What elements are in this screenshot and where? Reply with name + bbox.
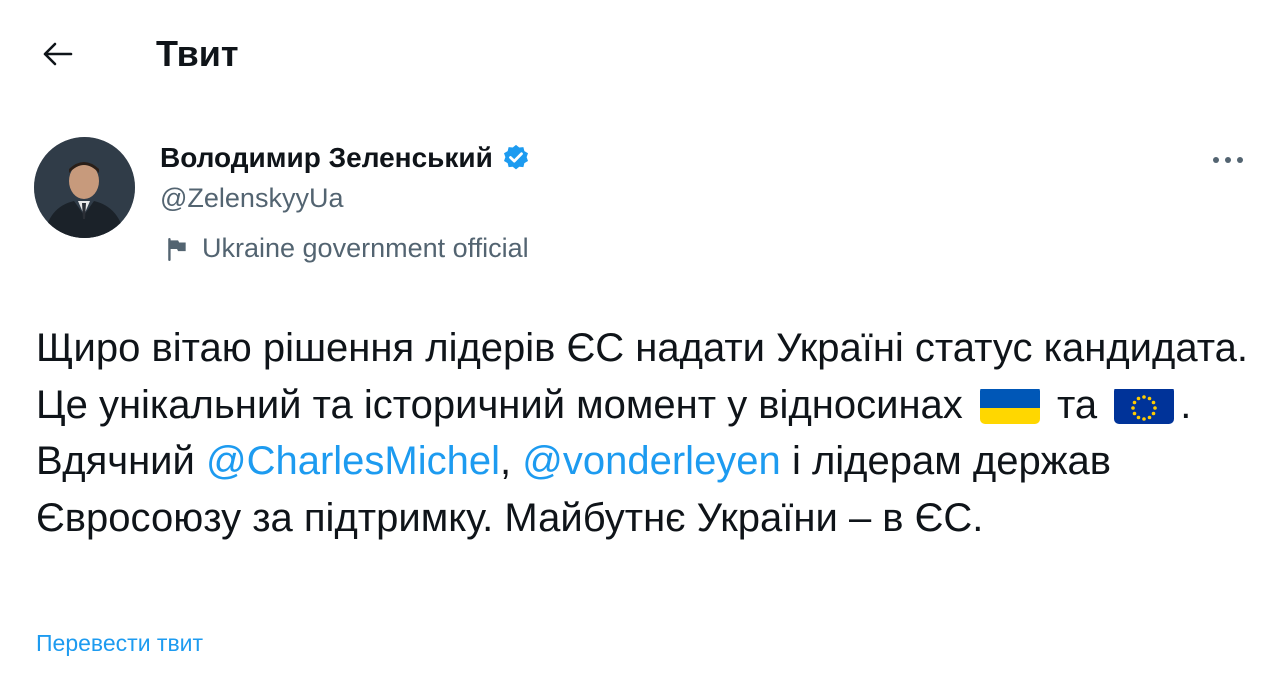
eu-flag-emoji bbox=[1114, 386, 1175, 424]
author-name[interactable]: Володимир Зеленський bbox=[160, 138, 531, 178]
mention-link[interactable]: @vonderleyen bbox=[522, 439, 781, 483]
arrow-left-icon bbox=[43, 42, 73, 66]
header: Твит bbox=[0, 0, 1280, 110]
ukraine-flag-emoji bbox=[979, 386, 1040, 424]
more-options-button[interactable] bbox=[1200, 140, 1256, 180]
verified-badge-icon bbox=[503, 144, 528, 170]
avatar-image bbox=[34, 137, 135, 238]
author-name-text: Володимир Зеленський bbox=[160, 142, 493, 173]
flag-icon bbox=[168, 237, 186, 261]
government-label-text: Ukraine government official bbox=[202, 233, 529, 263]
tweet-text-part: та bbox=[1057, 382, 1098, 427]
page-title: Твит bbox=[156, 33, 239, 74]
avatar[interactable] bbox=[34, 137, 135, 238]
more-options-icon bbox=[1213, 157, 1243, 163]
back-button[interactable] bbox=[34, 30, 82, 78]
government-label: Ukraine government official bbox=[164, 233, 529, 264]
translate-tweet-link[interactable]: Перевести твит bbox=[36, 630, 203, 657]
tweet-text: Щиро вітаю рішення лідерів ЄС надати Укр… bbox=[36, 320, 1256, 546]
mention-link[interactable]: @CharlesMichel bbox=[206, 439, 500, 483]
author-handle[interactable]: @ZelenskyyUa bbox=[160, 183, 343, 214]
tweet-text-part: , bbox=[500, 439, 512, 483]
